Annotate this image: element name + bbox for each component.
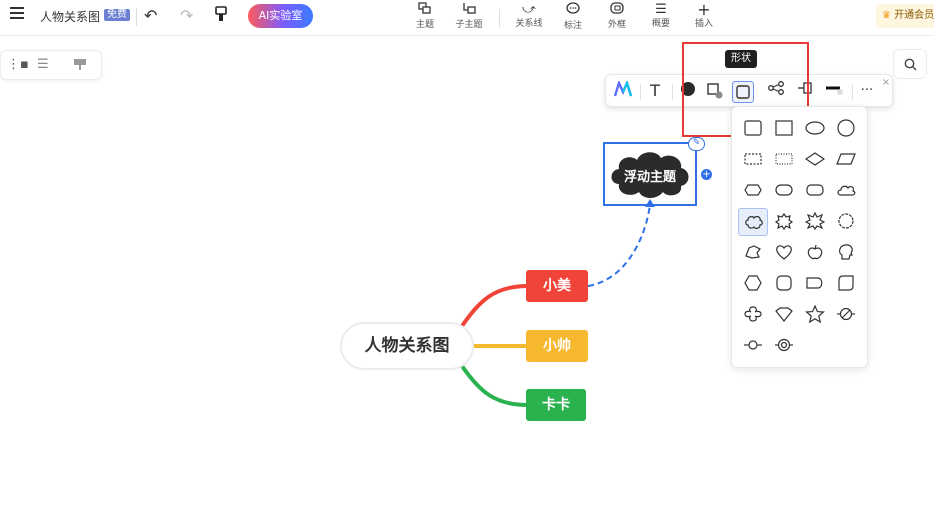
close-icon[interactable]: × [879,77,893,91]
text-style-button[interactable]: T [644,81,666,103]
node-style-icon[interactable]: ✎ [688,137,705,151]
shape-hexagon[interactable] [738,270,768,298]
add-child-icon[interactable]: + [701,169,712,180]
topic-kaka-label: 卡卡 [542,397,570,413]
shape-octagon-flat[interactable] [738,177,768,205]
shape-rounded-rect[interactable] [738,115,768,143]
shape-starburst[interactable] [800,208,830,236]
shape-parallelogram[interactable] [831,146,861,174]
shape-burst-round[interactable] [831,208,861,236]
shape-ellipse[interactable] [800,115,830,143]
shape-head[interactable] [831,239,861,267]
line-weight-button[interactable] [823,81,845,103]
shape-scribble[interactable] [738,239,768,267]
shape-diamond[interactable] [800,146,830,174]
shape-dashed-rect[interactable] [738,146,768,174]
shape-starburst-small[interactable] [769,208,799,236]
shape-clover[interactable] [738,301,768,329]
shape-apple[interactable] [800,239,830,267]
divider [672,84,673,100]
shape-rounded-corner-square[interactable] [831,270,861,298]
shape-tag[interactable] [800,270,830,298]
topic-kaka[interactable]: 卡卡 [526,389,586,421]
shape-line-circle[interactable] [738,332,768,360]
shape-circle[interactable] [831,115,861,143]
topic-xiaoshuai[interactable]: 小帅 [526,330,588,362]
shape-rounded-stadium[interactable] [800,177,830,205]
more-options-button[interactable]: ··· [856,81,878,103]
shape-rounded-square[interactable] [769,270,799,298]
root-topic-label: 人物关系图 [364,336,450,356]
floating-topic-selection[interactable]: 浮动主题 [603,142,697,206]
shape-cloud-burst[interactable] [738,208,768,236]
shape-cloud[interactable] [831,177,861,205]
shape-shield[interactable] [769,301,799,329]
branch-line-xiaomei [460,284,529,328]
shape-stadium[interactable] [769,177,799,205]
shape-heart[interactable] [769,239,799,267]
shape-panel [731,106,868,368]
shape-target[interactable] [769,332,799,360]
topic-xiaoshuai-label: 小帅 [543,338,571,354]
shape-null-circle[interactable] [831,301,861,329]
shape-dotted-rect[interactable] [769,146,799,174]
shape-star[interactable] [800,301,830,329]
ai-logo-icon[interactable] [612,79,634,103]
shape-rect[interactable] [769,115,799,143]
floating-topic-label: 浮动主题 [623,170,676,185]
topic-xiaomei-label: 小美 [543,278,571,294]
branch-line-kaka [460,364,529,407]
root-topic[interactable]: 人物关系图 [340,322,474,370]
relation-line[interactable] [587,204,651,287]
divider [852,84,853,100]
topic-xiaomei[interactable]: 小美 [526,270,588,302]
divider [640,84,641,100]
